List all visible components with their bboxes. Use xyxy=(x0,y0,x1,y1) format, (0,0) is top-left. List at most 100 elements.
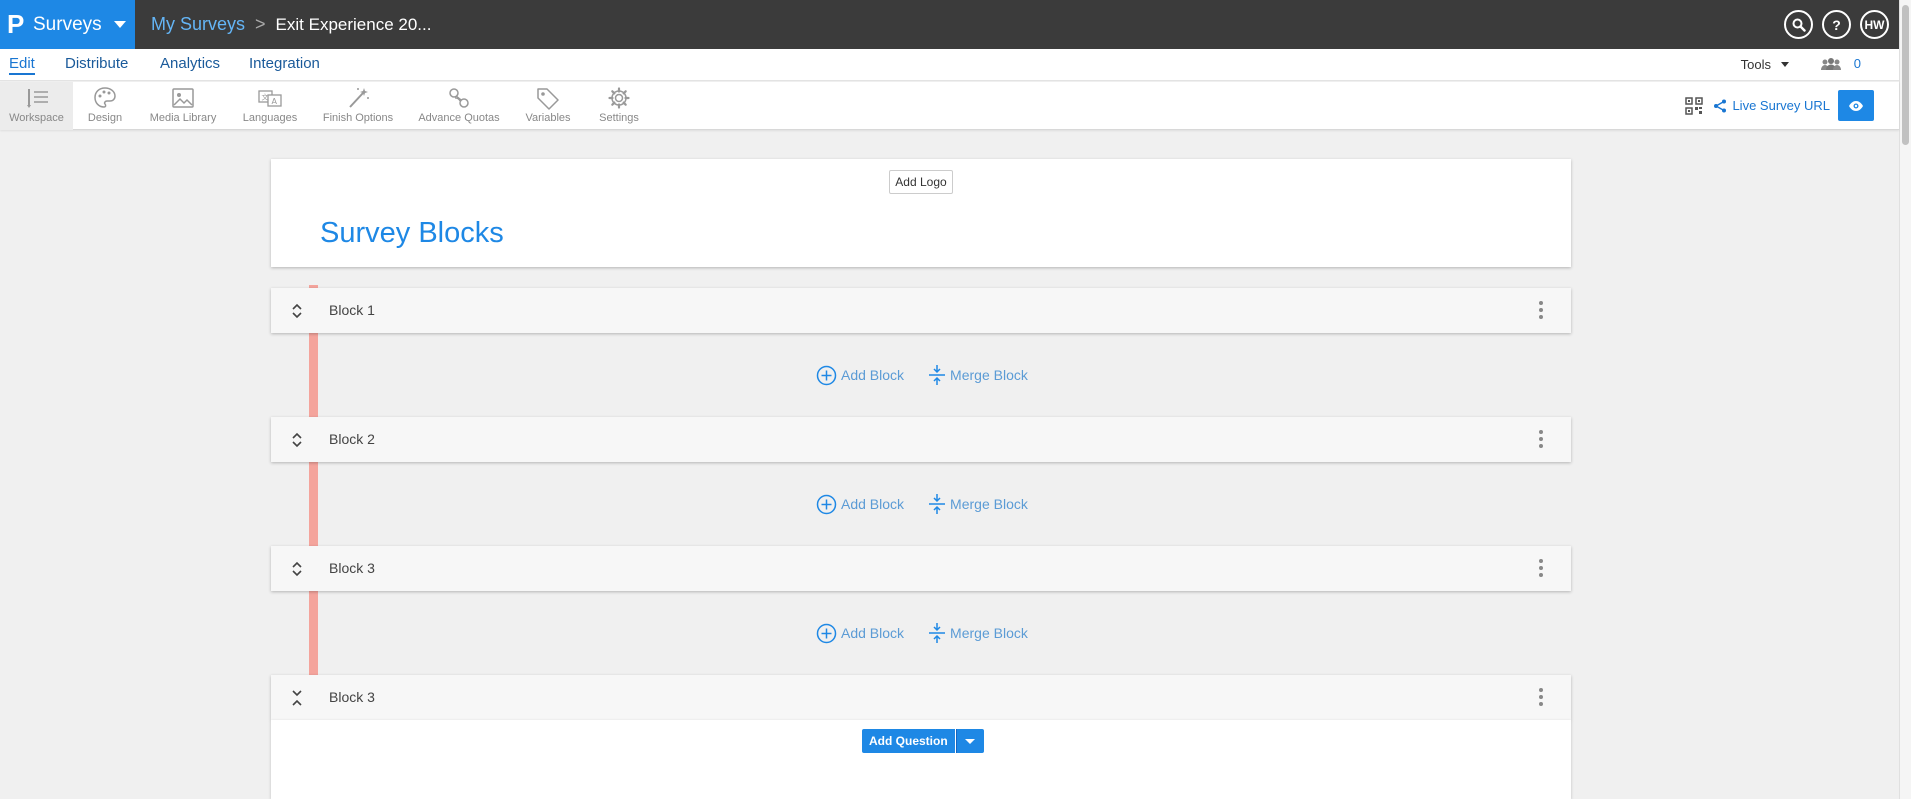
block-label: Block 3 xyxy=(329,560,375,576)
quota-icon xyxy=(449,88,469,108)
tag-icon xyxy=(537,88,559,110)
menu-edit[interactable]: Edit xyxy=(9,55,35,75)
add-logo-button[interactable]: Add Logo xyxy=(889,170,953,194)
add-block-button[interactable]: Add Block xyxy=(816,494,904,515)
tool-label: Workspace xyxy=(9,112,64,124)
qr-code-icon[interactable] xyxy=(1685,96,1704,115)
top-bar: P Surveys My Surveys > Exit Experience 2… xyxy=(0,0,1911,49)
tool-languages[interactable]: 文A Languages xyxy=(242,82,298,130)
add-block-button[interactable]: Add Block xyxy=(816,623,904,644)
menu-distribute[interactable]: Distribute xyxy=(65,55,128,72)
app-logo: P xyxy=(7,9,25,39)
menu-analytics[interactable]: Analytics xyxy=(160,55,220,72)
more-options-icon[interactable] xyxy=(1539,430,1543,448)
collapse-toggle-icon[interactable] xyxy=(291,688,303,708)
workspace-icon xyxy=(26,89,48,108)
magic-wand-icon xyxy=(349,88,369,108)
tool-label: Media Library xyxy=(149,112,217,124)
block-body: Add Question xyxy=(271,720,1571,799)
more-options-icon[interactable] xyxy=(1539,301,1543,319)
tools-label: Tools xyxy=(1740,57,1771,72)
add-question-dropdown[interactable] xyxy=(955,729,984,753)
block-label: Block 3 xyxy=(329,689,375,705)
breadcrumb: My Surveys > Exit Experience 20... xyxy=(151,0,431,49)
survey-block[interactable]: Block 1 xyxy=(271,288,1571,333)
user-avatar[interactable]: HW xyxy=(1860,10,1889,39)
tool-design[interactable]: Design xyxy=(86,82,124,130)
add-question-button[interactable]: Add Question xyxy=(862,729,955,753)
tool-finish-options[interactable]: Finish Options xyxy=(323,82,393,130)
search-icon[interactable] xyxy=(1784,10,1813,39)
block-label: Block 1 xyxy=(329,302,375,318)
translate-icon: 文A xyxy=(258,90,282,107)
breadcrumb-my-surveys[interactable]: My Surveys xyxy=(151,14,245,35)
app-switcher[interactable]: P Surveys xyxy=(0,0,135,49)
vertical-scrollbar[interactable] xyxy=(1899,0,1911,799)
scrollbar-thumb[interactable] xyxy=(1902,5,1909,145)
image-icon xyxy=(172,88,194,108)
merge-icon xyxy=(929,494,946,514)
add-circle-icon xyxy=(816,365,837,385)
add-circle-icon xyxy=(816,623,837,643)
caret-down-icon xyxy=(1781,62,1789,67)
collapse-toggle-icon[interactable] xyxy=(291,559,303,579)
collapse-toggle-icon[interactable] xyxy=(291,430,303,450)
more-options-icon[interactable] xyxy=(1539,559,1543,577)
block-label: Block 2 xyxy=(329,431,375,447)
svg-text:文: 文 xyxy=(262,93,269,102)
tool-label: Languages xyxy=(242,112,298,124)
survey-block[interactable]: Block 3 xyxy=(271,546,1571,591)
add-block-button[interactable]: Add Block xyxy=(816,365,904,386)
app-name: Surveys xyxy=(33,13,102,35)
share-icon xyxy=(1714,99,1727,112)
tool-media-library[interactable]: Media Library xyxy=(150,82,216,130)
breadcrumb-current-survey[interactable]: Exit Experience 20... xyxy=(276,15,432,35)
collaborators[interactable]: 0 xyxy=(1820,56,1861,71)
svg-text:A: A xyxy=(272,97,278,106)
collapse-toggle-icon[interactable] xyxy=(291,301,303,321)
merge-icon xyxy=(929,623,946,643)
add-question-split-button: Add Question xyxy=(862,729,984,753)
main-menu: Edit Distribute Analytics Integration To… xyxy=(0,49,1899,81)
block-actions: Add Block Merge Block xyxy=(816,493,1028,515)
tool-settings[interactable]: Settings xyxy=(599,82,639,130)
tool-label: Variables xyxy=(525,112,571,124)
survey-block-expanded[interactable]: Block 3 xyxy=(271,675,1571,720)
tool-advance-quotas[interactable]: Advance Quotas xyxy=(418,82,500,130)
survey-header-card: Add Logo Survey Blocks xyxy=(271,159,1571,267)
block-actions: Add Block Merge Block xyxy=(816,622,1028,644)
live-survey-url-label: Live Survey URL xyxy=(1732,98,1830,113)
merge-block-label: Merge Block xyxy=(950,625,1028,641)
drag-indicator-bar xyxy=(309,285,318,718)
tool-variables[interactable]: Variables xyxy=(525,82,571,130)
merge-icon xyxy=(929,365,946,385)
preview-button[interactable] xyxy=(1838,90,1874,121)
tool-workspace[interactable]: Workspace xyxy=(0,82,73,130)
editor-toolbar: Workspace Design Media Library 文A Langua… xyxy=(0,82,1899,130)
merge-block-button[interactable]: Merge Block xyxy=(928,364,1028,386)
block-actions: Add Block Merge Block xyxy=(816,364,1028,386)
tools-dropdown[interactable]: Tools xyxy=(1741,57,1789,72)
caret-down-icon xyxy=(113,21,126,28)
survey-title[interactable]: Survey Blocks xyxy=(320,217,504,250)
add-block-label: Add Block xyxy=(841,367,905,383)
menu-integration[interactable]: Integration xyxy=(249,55,320,72)
more-options-icon[interactable] xyxy=(1539,688,1543,706)
people-icon xyxy=(1820,57,1841,70)
merge-block-button[interactable]: Merge Block xyxy=(928,622,1028,644)
help-icon[interactable]: ? xyxy=(1822,10,1851,39)
tool-label: Design xyxy=(87,112,123,124)
merge-block-label: Merge Block xyxy=(950,496,1028,512)
palette-icon xyxy=(94,87,116,108)
tool-label: Settings xyxy=(599,112,639,124)
breadcrumb-separator: > xyxy=(255,14,266,34)
collaborators-count: 0 xyxy=(1853,56,1861,71)
gear-icon xyxy=(608,87,630,109)
eye-icon xyxy=(1849,100,1863,111)
add-block-label: Add Block xyxy=(841,496,905,512)
live-survey-url-link[interactable]: Live Survey URL xyxy=(1713,98,1830,113)
add-circle-icon xyxy=(816,494,837,514)
merge-block-button[interactable]: Merge Block xyxy=(928,493,1028,515)
survey-block[interactable]: Block 2 xyxy=(271,417,1571,462)
add-block-label: Add Block xyxy=(841,625,905,641)
